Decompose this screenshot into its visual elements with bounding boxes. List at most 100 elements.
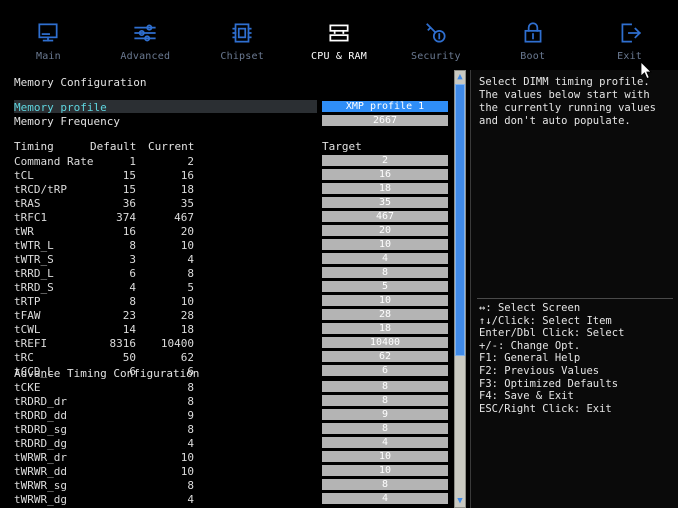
advance-timing-value: 10 xyxy=(180,451,194,464)
timing-name: tRAS xyxy=(14,197,41,210)
advance-timing-target[interactable]: 4 xyxy=(322,493,448,504)
table-row[interactable]: tCWL 14 18 18 xyxy=(0,323,450,336)
advance-timing-target[interactable]: 8 xyxy=(322,479,448,490)
timing-target[interactable]: 28 xyxy=(322,309,448,320)
timing-target[interactable]: 20 xyxy=(322,225,448,236)
timing-default: 50 xyxy=(122,351,136,364)
table-row[interactable]: tRCD/tRP 15 18 18 xyxy=(0,183,450,196)
exit-icon xyxy=(617,20,643,46)
timing-default: 1 xyxy=(129,155,136,168)
table-row[interactable]: tRDRD_dd 9 9 xyxy=(0,409,450,422)
header-target: Target xyxy=(322,140,362,153)
table-row[interactable]: tRFC1 374 467 467 xyxy=(0,211,450,224)
timing-current: 35 xyxy=(180,197,194,210)
timing-target[interactable]: 16 xyxy=(322,169,448,180)
advance-timing-target[interactable]: 4 xyxy=(322,437,448,448)
timing-target[interactable]: 5 xyxy=(322,281,448,292)
table-row[interactable]: tCKE 8 8 xyxy=(0,381,450,394)
timing-target[interactable]: 35 xyxy=(322,197,448,208)
timing-target[interactable]: 10 xyxy=(322,295,448,306)
timing-current: 10400 xyxy=(160,337,194,350)
timing-target[interactable]: 62 xyxy=(322,351,448,362)
table-row[interactable]: tREFI 8316 10400 10400 xyxy=(0,337,450,350)
advance-timing-value: 10 xyxy=(180,465,194,478)
vertical-scrollbar[interactable]: ▲ ▼ xyxy=(452,70,468,508)
advance-timing-target[interactable]: 8 xyxy=(322,381,448,392)
timing-target[interactable]: 18 xyxy=(322,183,448,194)
timing-name: tWTR_L xyxy=(14,239,54,252)
advance-timing-target[interactable]: 8 xyxy=(322,423,448,434)
table-row[interactable]: tRDRD_sg 8 8 xyxy=(0,423,450,436)
timing-current: 5 xyxy=(187,281,194,294)
key-legend-item: Enter/Dbl Click: Select xyxy=(479,327,625,340)
chip-icon xyxy=(229,20,255,46)
tab-main[interactable]: Main xyxy=(0,0,97,62)
advance-timing-target[interactable]: 10 xyxy=(322,451,448,462)
timing-target[interactable]: 10400 xyxy=(322,337,448,348)
table-row[interactable]: tRDRD_dr 8 8 xyxy=(0,395,450,408)
table-row[interactable]: Command Rate 1 2 2 xyxy=(0,155,450,168)
timing-target[interactable]: 6 xyxy=(322,365,448,376)
advance-timing-value: 4 xyxy=(187,493,194,506)
top-navigation-bar: Main Advanced Chipset CPU & RAM Security… xyxy=(0,0,678,70)
table-row[interactable]: tFAW 23 28 28 xyxy=(0,309,450,322)
advance-timing-name: tCKE xyxy=(14,381,41,394)
timing-current: 467 xyxy=(174,211,194,224)
table-row[interactable]: tWTR_S 3 4 4 xyxy=(0,253,450,266)
table-row[interactable]: tRTP 8 10 10 xyxy=(0,295,450,308)
tab-security[interactable]: Security xyxy=(387,0,484,62)
help-description: Select DIMM timing profile. The values b… xyxy=(479,76,663,127)
advance-timing-target[interactable]: 10 xyxy=(322,465,448,476)
setting-value-memory-profile[interactable]: XMP profile 1 xyxy=(322,101,448,112)
timing-target[interactable]: 4 xyxy=(322,253,448,264)
advance-timing-value: 8 xyxy=(187,423,194,436)
tab-chipset-label: Chipset xyxy=(220,51,264,62)
timing-name: tFAW xyxy=(14,309,41,322)
table-row[interactable]: tCL 15 16 16 xyxy=(0,169,450,182)
tab-exit[interactable]: Exit xyxy=(581,0,678,62)
timing-default: 6 xyxy=(129,267,136,280)
timing-current: 10 xyxy=(180,239,194,252)
tab-chipset[interactable]: Chipset xyxy=(194,0,291,62)
tab-security-label: Security xyxy=(410,51,461,62)
setting-value-memory-frequency[interactable]: 2667 xyxy=(322,115,448,126)
setting-row-memory-frequency[interactable]: Memory Frequency 2667 xyxy=(0,115,450,128)
table-row[interactable]: tWRWR_dg 4 4 xyxy=(0,493,450,506)
timing-current: 8 xyxy=(187,267,194,280)
table-row[interactable]: tRC 50 62 62 xyxy=(0,351,450,364)
timing-target[interactable]: 467 xyxy=(322,211,448,222)
table-row[interactable]: tRRD_S 4 5 5 xyxy=(0,281,450,294)
tab-advanced-label: Advanced xyxy=(120,51,171,62)
monitor-icon xyxy=(35,20,61,46)
scroll-down-arrow-icon[interactable]: ▼ xyxy=(455,496,465,506)
table-row[interactable]: tWRWR_dr 10 10 xyxy=(0,451,450,464)
divider xyxy=(477,298,673,299)
table-row[interactable]: tRAS 36 35 35 xyxy=(0,197,450,210)
advance-timing-name: tWRWR_dg xyxy=(14,493,67,506)
table-row[interactable]: tRDRD_dg 4 4 xyxy=(0,437,450,450)
advance-timing-value: 9 xyxy=(187,409,194,422)
scrollbar-thumb[interactable] xyxy=(455,84,465,356)
advance-timing-target[interactable]: 9 xyxy=(322,409,448,420)
timing-target[interactable]: 8 xyxy=(322,267,448,278)
tab-boot[interactable]: Boot xyxy=(484,0,581,62)
table-row[interactable]: tRRD_L 6 8 8 xyxy=(0,267,450,280)
advance-timing-name: tRDRD_dr xyxy=(14,395,67,408)
table-row[interactable]: tWRWR_sg 8 8 xyxy=(0,479,450,492)
setting-row-memory-profile[interactable]: Memory profile XMP profile 1 xyxy=(0,100,450,114)
key-legend-item: ESC/Right Click: Exit xyxy=(479,402,612,415)
timing-target[interactable]: 2 xyxy=(322,155,448,166)
table-row[interactable]: tWRWR_dd 10 10 xyxy=(0,465,450,478)
timing-target[interactable]: 10 xyxy=(322,239,448,250)
timing-target[interactable]: 18 xyxy=(322,323,448,334)
tab-cpu-and-ram[interactable]: CPU & RAM xyxy=(291,0,388,62)
scroll-up-arrow-icon[interactable]: ▲ xyxy=(455,72,465,82)
key-legend-item: F4: Save & Exit xyxy=(479,390,574,403)
table-row[interactable]: tWTR_L 8 10 10 xyxy=(0,239,450,252)
timing-current: 10 xyxy=(180,295,194,308)
advance-timing-target[interactable]: 8 xyxy=(322,395,448,406)
table-row[interactable]: tWR 16 20 20 xyxy=(0,225,450,238)
tab-advanced[interactable]: Advanced xyxy=(97,0,194,62)
advance-timing-value: 8 xyxy=(187,479,194,492)
timing-current: 16 xyxy=(180,169,194,182)
